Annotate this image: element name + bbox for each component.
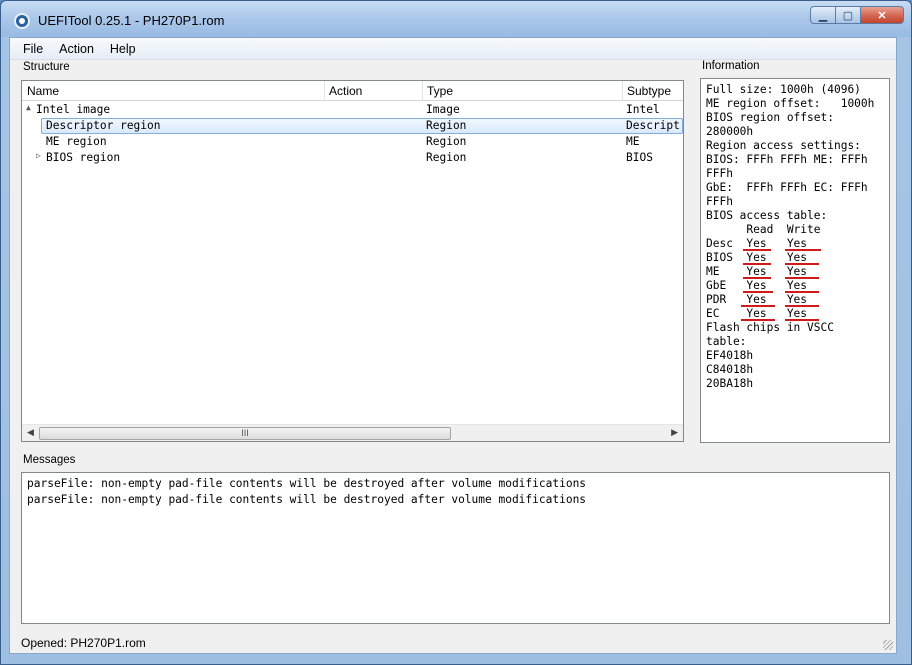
message-line: parseFile: non-empty pad-file contents w… bbox=[27, 493, 587, 506]
info-line: BIOS region offset: bbox=[706, 111, 834, 124]
tree-row-bios-region[interactable]: ▷ BIOS region Region BIOS bbox=[22, 150, 683, 166]
column-header-name[interactable]: Name bbox=[27, 84, 59, 104]
close-icon: ✕ bbox=[877, 9, 887, 22]
info-line: Flash chips in VSCC bbox=[706, 321, 834, 334]
messages-label: Messages bbox=[23, 454, 76, 466]
menu-help[interactable]: Help bbox=[102, 42, 144, 56]
information-label: Information bbox=[702, 60, 760, 72]
messages-panel[interactable]: parseFile: non-empty pad-file contents w… bbox=[21, 472, 890, 624]
collapse-arrow-icon[interactable]: ▲ bbox=[26, 103, 31, 112]
minimize-icon: ▁ bbox=[818, 9, 828, 22]
red-underline-annotation bbox=[743, 263, 771, 265]
info-line: ME region offset: 1000h bbox=[706, 97, 875, 110]
scroll-left-icon[interactable]: ◀ bbox=[27, 427, 34, 438]
resize-grip-icon[interactable] bbox=[883, 640, 893, 650]
information-panel[interactable]: Full size: 1000h (4096) ME region offset… bbox=[700, 78, 890, 443]
structure-label: Structure bbox=[23, 61, 70, 73]
app-icon bbox=[14, 13, 30, 29]
main-client-area: File Action Help Structure Name Action T… bbox=[9, 37, 897, 654]
column-header-action[interactable]: Action bbox=[329, 84, 362, 104]
window-title: UEFITool 0.25.1 - PH270P1.rom bbox=[38, 13, 225, 28]
red-underline-annotation bbox=[785, 319, 819, 321]
info-line: Full size: 1000h (4096) bbox=[706, 83, 861, 96]
status-text: Opened: PH270P1.rom bbox=[21, 636, 146, 650]
info-line: 280000h bbox=[706, 125, 754, 138]
info-line: Read Write bbox=[706, 223, 821, 236]
red-underline-annotation bbox=[785, 291, 819, 293]
red-underline-annotation bbox=[785, 263, 819, 265]
column-header-type[interactable]: Type bbox=[427, 84, 453, 104]
info-line: Region access settings: bbox=[706, 139, 861, 152]
info-line: GbE: FFFh FFFh EC: FFFh bbox=[706, 181, 868, 194]
menu-bar: File Action Help bbox=[10, 38, 896, 60]
red-underline-annotation bbox=[785, 249, 821, 251]
tree-row-descriptor-region[interactable]: Descriptor region Region Descript bbox=[22, 118, 683, 134]
menu-action[interactable]: Action bbox=[51, 42, 102, 56]
info-line: EF4018h bbox=[706, 349, 754, 362]
maximize-icon: ▢ bbox=[842, 9, 854, 22]
scroll-right-icon[interactable]: ▶ bbox=[671, 427, 678, 438]
maximize-button[interactable]: ▢ bbox=[835, 6, 861, 24]
red-underline-annotation bbox=[743, 277, 771, 279]
red-underline-annotation bbox=[743, 291, 773, 293]
expand-arrow-icon[interactable]: ▷ bbox=[36, 151, 41, 160]
info-line: FFFh bbox=[706, 195, 733, 208]
structure-tree[interactable]: Name Action Type Subtype ▲ Intel image I… bbox=[21, 80, 684, 442]
info-line: table: bbox=[706, 335, 747, 348]
red-underline-annotation bbox=[743, 249, 771, 251]
app-window: UEFITool 0.25.1 - PH270P1.rom ▁ ▢ ✕ File… bbox=[0, 0, 912, 665]
red-underline-annotation bbox=[785, 305, 819, 307]
column-header-subtype[interactable]: Subtype bbox=[627, 84, 671, 104]
tree-header: Name Action Type Subtype bbox=[22, 81, 683, 101]
red-underline-annotation bbox=[785, 277, 819, 279]
info-line: 20BA18h bbox=[706, 377, 754, 390]
title-bar[interactable]: UEFITool 0.25.1 - PH270P1.rom ▁ ▢ ✕ bbox=[1, 1, 911, 37]
menu-file[interactable]: File bbox=[15, 42, 51, 56]
tree-row-me-region[interactable]: ME region Region ME bbox=[22, 134, 683, 150]
tree-row-intel-image[interactable]: ▲ Intel image Image Intel bbox=[22, 102, 683, 118]
red-underline-annotation bbox=[741, 319, 775, 321]
minimize-button[interactable]: ▁ bbox=[810, 6, 836, 24]
message-line: parseFile: non-empty pad-file contents w… bbox=[27, 477, 587, 490]
scrollbar-thumb[interactable]: III bbox=[39, 427, 451, 440]
close-button[interactable]: ✕ bbox=[860, 6, 904, 24]
info-line: FFFh bbox=[706, 167, 733, 180]
info-line: BIOS: FFFh FFFh ME: FFFh bbox=[706, 153, 868, 166]
info-line: C84018h bbox=[706, 363, 754, 376]
horizontal-scrollbar[interactable]: ◀ III ▶ bbox=[22, 424, 683, 441]
status-bar: Opened: PH270P1.rom bbox=[10, 633, 896, 653]
red-underline-annotation bbox=[741, 305, 775, 307]
info-line: BIOS access table: bbox=[706, 209, 828, 222]
